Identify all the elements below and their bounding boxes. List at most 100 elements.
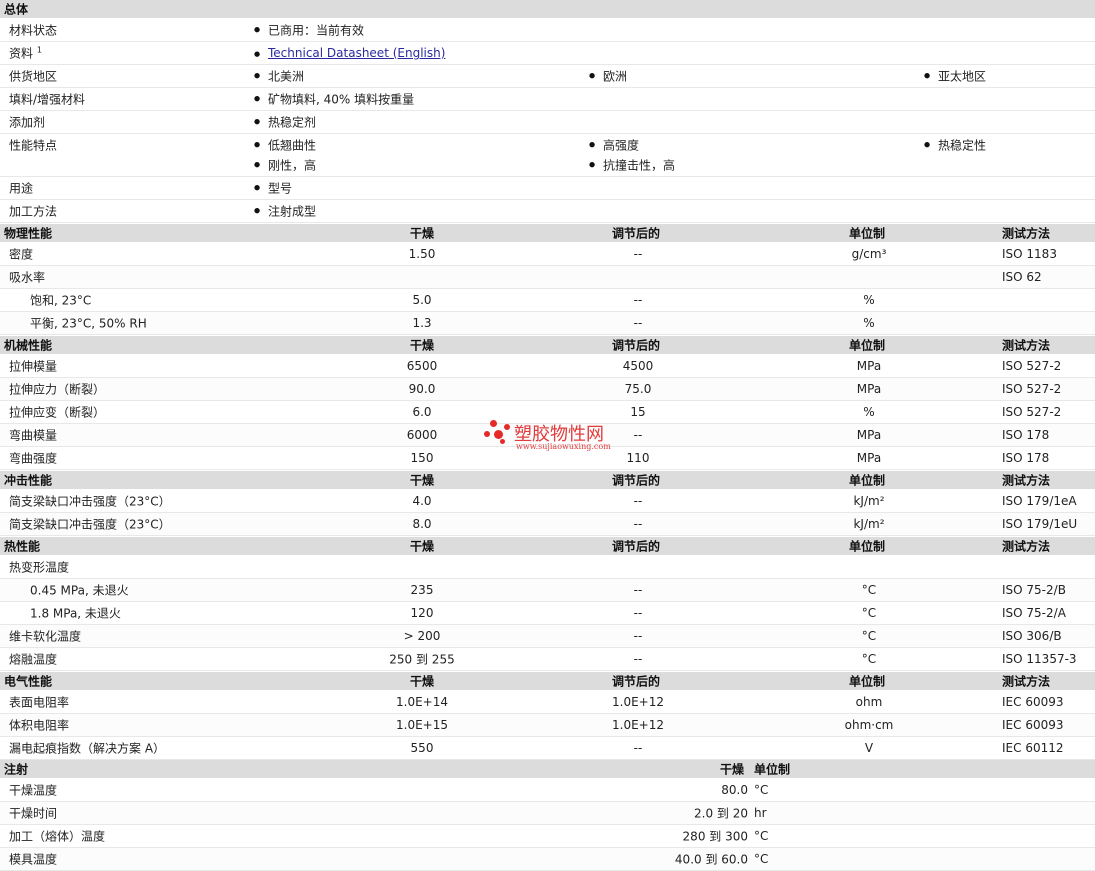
cell-method: IEC 60112 <box>1002 741 1064 755</box>
cell-unit: MPa <box>856 359 882 373</box>
row-supply: 供货地区 北美洲 欧洲 亚太地区 <box>0 65 1095 88</box>
cell-method: ISO 527-2 <box>1002 382 1062 396</box>
cell-name: 饱和, 23°C <box>30 293 92 308</box>
col-cond: 调节后的 <box>612 473 661 488</box>
col-cond: 调节后的 <box>612 226 661 241</box>
cell-dry: 250 到 255 <box>389 652 455 667</box>
cell-unit: hr <box>754 806 767 820</box>
table-row: 简支梁缺口冲击强度（23°C） 4.0 -- kJ/m² ISO 179/1eA <box>0 490 1095 513</box>
section-header-general: 总体 <box>0 0 1095 18</box>
table-row: 0.45 MPa, 未退火 235 -- °C ISO 75-2/B <box>0 579 1095 602</box>
cell-name: 简支梁缺口冲击强度（23°C） <box>9 494 171 509</box>
cell-name: 平衡, 23°C, 50% RH <box>30 316 147 331</box>
feature-item: 高强度 <box>589 137 639 154</box>
supply-item: 亚太地区 <box>924 68 986 85</box>
row-additive: 添加剂 热稳定剂 <box>0 111 1095 134</box>
col-cond: 调节后的 <box>612 338 661 353</box>
cell-cond: -- <box>633 247 643 261</box>
datasheet-link[interactable]: Technical Datasheet (English) <box>268 46 445 60</box>
col-unit: 单位制 <box>849 473 886 488</box>
cell-unit: °C <box>861 606 877 620</box>
cell-method: IEC 60093 <box>1002 695 1064 709</box>
cell-unit: % <box>863 293 875 307</box>
row-label: 资料 1 <box>9 45 42 61</box>
col-dry: 干燥 <box>410 473 435 488</box>
cell-cond: -- <box>633 293 643 307</box>
cell-unit: °C <box>754 852 769 866</box>
row-label: 用途 <box>9 181 34 196</box>
col-unit: 单位制 <box>849 539 886 554</box>
cell-value: 40.0 到 60.0 <box>674 852 748 867</box>
table-row: 平衡, 23°C, 50% RH 1.3 --% <box>0 312 1095 335</box>
section-title: 机械性能 <box>4 338 53 353</box>
cell-dry: 6500 <box>406 359 438 373</box>
cell-dry: 1.0E+14 <box>396 695 448 709</box>
table-row: 维卡软化温度 > 200 -- °C ISO 306/B <box>0 625 1095 648</box>
cell-dry: 550 <box>410 741 434 755</box>
cell-name: 热变形温度 <box>9 560 70 575</box>
table-row: 体积电阻率 1.0E+15 1.0E+12 ohm·cm IEC 60093 <box>0 714 1095 737</box>
section-header-impact: 冲击性能 干燥 调节后的 单位制 测试方法 <box>0 471 1095 489</box>
cell-name: 拉伸应变（断裂） <box>9 405 106 420</box>
row-value: 热稳定剂 <box>254 114 316 131</box>
cell-name: 吸水率 <box>9 270 46 285</box>
cell-cond: -- <box>633 517 643 531</box>
cell-cond: 75.0 <box>624 382 652 396</box>
cell-unit: ohm·cm <box>844 718 894 732</box>
cell-dry: 235 <box>410 583 434 597</box>
col-cond: 调节后的 <box>612 539 661 554</box>
section-title: 总体 <box>4 2 29 17</box>
supply-item: 欧洲 <box>589 68 627 85</box>
col-method: 测试方法 <box>1002 338 1051 353</box>
table-row: 干燥温度 80.0 °C <box>0 779 1095 802</box>
row-filler: 填料/增强材料 矿物填料, 40% 填料按重量 <box>0 88 1095 111</box>
cell-unit: % <box>863 405 875 419</box>
cell-name: 干燥时间 <box>9 806 58 821</box>
table-row: 拉伸模量 6500 4500 MPa ISO 527-2 <box>0 355 1095 378</box>
cell-method: ISO 178 <box>1002 451 1050 465</box>
cell-cond: -- <box>633 652 643 666</box>
cell-method: ISO 1183 <box>1002 247 1057 261</box>
section-title: 电气性能 <box>4 674 53 689</box>
cell-method: ISO 527-2 <box>1002 405 1062 419</box>
section-title: 物理性能 <box>4 226 53 241</box>
cell-cond: -- <box>633 606 643 620</box>
cell-unit: °C <box>861 629 877 643</box>
row-docs: 资料 1 Technical Datasheet (English) <box>0 42 1095 65</box>
section-header-mechanical: 机械性能 干燥 调节后的 单位制 测试方法 <box>0 336 1095 354</box>
cell-method: ISO 179/1eA <box>1002 494 1077 508</box>
feature-item: 刚性，高 <box>254 157 316 174</box>
cell-unit: °C <box>861 652 877 666</box>
cell-name: 1.8 MPa, 未退火 <box>30 606 121 621</box>
row-process: 加工方法 注射成型 <box>0 200 1095 223</box>
table-row: 密度 1.50 -- g/cm³ ISO 1183 <box>0 243 1095 266</box>
cell-name: 维卡软化温度 <box>9 629 82 644</box>
section-title: 热性能 <box>4 539 41 554</box>
row-label: 性能特点 <box>9 138 58 153</box>
watermark-url: www.sujiaowuxing.com <box>516 442 611 451</box>
cell-method: ISO 178 <box>1002 428 1050 442</box>
cell-cond: 110 <box>626 451 650 465</box>
table-row: 表面电阻率 1.0E+14 1.0E+12 ohm IEC 60093 <box>0 691 1095 714</box>
col-cond: 调节后的 <box>612 674 661 689</box>
cell-cond: -- <box>633 316 643 330</box>
table-row: 干燥时间 2.0 到 20 hr <box>0 802 1095 825</box>
cell-cond: 1.0E+12 <box>612 718 664 732</box>
cell-name: 简支梁缺口冲击强度（23°C） <box>9 517 171 532</box>
row-value: Technical Datasheet (English) <box>254 46 445 60</box>
row-status: 材料状态 已商用：当前有效 <box>0 19 1095 42</box>
cell-dry: 6000 <box>406 428 438 442</box>
cell-dry: 4.0 <box>412 494 432 508</box>
cell-name: 弯曲模量 <box>9 428 58 443</box>
cell-dry: 1.50 <box>408 247 436 261</box>
col-unit: 单位制 <box>849 226 886 241</box>
cell-name: 漏电起痕指数（解决方案 A） <box>9 741 166 756</box>
feature-item: 抗撞击性，高 <box>589 157 675 174</box>
cell-cond: 4500 <box>622 359 654 373</box>
supply-item: 北美洲 <box>254 68 304 85</box>
col-method: 测试方法 <box>1002 473 1051 488</box>
cell-unit: V <box>864 741 874 755</box>
cell-cond: -- <box>633 494 643 508</box>
cell-cond: -- <box>633 629 643 643</box>
row-use: 用途 型号 <box>0 177 1095 200</box>
